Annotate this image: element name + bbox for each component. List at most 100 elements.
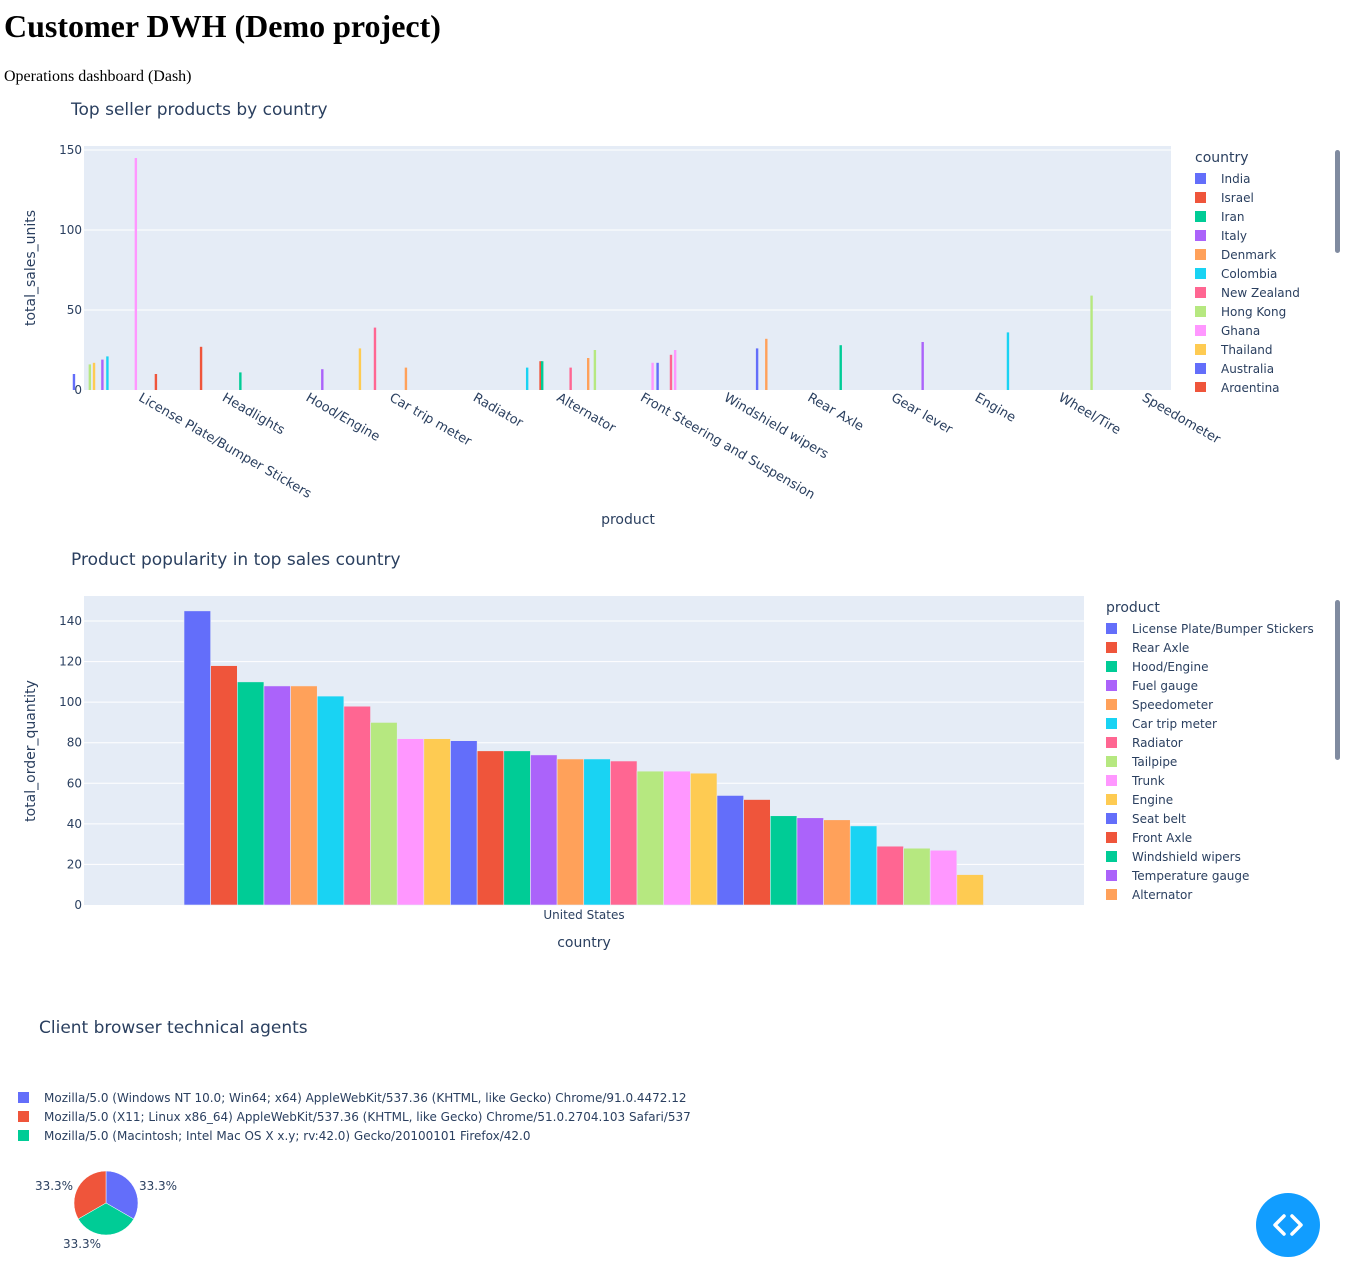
bar — [610, 760, 638, 906]
legend-swatch — [1106, 718, 1117, 729]
bar — [237, 681, 265, 906]
chart2-legend-scrollbar[interactable] — [1335, 600, 1340, 760]
legend-label: Speedometer — [1132, 697, 1214, 712]
chart2-legend[interactable]: product License Plate/Bumper Stickers Rea… — [1094, 600, 1334, 906]
x-tick-label: Front Steering and Suspension — [638, 390, 818, 502]
legend-item[interactable]: Mozilla/5.0 (X11; Linux x86_64) AppleWeb… — [18, 1107, 708, 1126]
legend-label: Front Axle — [1132, 830, 1193, 845]
chart1-legend[interactable]: country India Israel Iran Italy Denmark Colom… — [1183, 150, 1323, 392]
legend-label: Australia — [1221, 361, 1275, 376]
code-brackets-icon — [1273, 1214, 1303, 1236]
legend-label: India — [1221, 171, 1251, 186]
bar — [134, 158, 138, 390]
y-tick-label: 50 — [67, 303, 82, 317]
bar — [290, 685, 318, 906]
bar — [239, 372, 242, 390]
legend-item[interactable]: Argentina — [1183, 378, 1323, 392]
legend-item[interactable]: Trunk — [1094, 771, 1334, 790]
bar — [636, 770, 664, 906]
legend-swatch — [1106, 680, 1117, 691]
legend-swatch — [1195, 344, 1206, 355]
x-tick-label: Gear lever — [888, 390, 955, 437]
bar — [769, 815, 798, 906]
legend-label: Ghana — [1221, 323, 1261, 338]
chart1-svg[interactable]: 0 50 100 150 License Plate/Bumper StickersHe… — [0, 0, 1346, 540]
legend-label: License Plate/Bumper Stickers — [1132, 621, 1314, 636]
y-tick-label: 120 — [59, 655, 82, 669]
chart3-legend[interactable]: Mozilla/5.0 (Windows NT 10.0; Win64; x64… — [18, 1088, 708, 1145]
legend-item[interactable]: Israel — [1183, 188, 1323, 207]
y-tick-label: 100 — [59, 223, 82, 237]
legend-label: Tailpipe — [1132, 754, 1178, 769]
legend-item[interactable]: Speedometer — [1094, 695, 1334, 714]
bar — [423, 738, 451, 906]
legend-label: Hood/Engine — [1132, 659, 1209, 674]
legend-title: country — [1195, 150, 1249, 166]
legend-swatch — [1195, 382, 1206, 392]
legend-label: Iran — [1221, 209, 1245, 224]
legend-item[interactable]: Hong Kong — [1183, 302, 1323, 321]
y-tick-label: 140 — [59, 614, 82, 628]
legend-item[interactable]: License Plate/Bumper Stickers — [1094, 619, 1334, 638]
legend-item[interactable]: Front Axle — [1094, 828, 1334, 847]
y-tick-label: 40 — [67, 817, 82, 831]
legend-item[interactable]: New Zealand — [1183, 283, 1323, 302]
legend-label: Israel — [1221, 190, 1254, 205]
legend-item[interactable]: Thailand — [1183, 340, 1323, 359]
legend-item[interactable]: Hood/Engine — [1094, 657, 1334, 676]
legend-item[interactable]: Colombia — [1183, 264, 1323, 283]
y-tick-label: 0 — [74, 383, 82, 397]
bar — [656, 362, 659, 390]
legend-item[interactable]: Seat belt — [1094, 809, 1334, 828]
legend-item[interactable]: Tailpipe — [1094, 752, 1334, 771]
bar — [956, 874, 984, 906]
y-tick-label: 60 — [67, 776, 82, 790]
legend-label: New Zealand — [1221, 285, 1300, 300]
bar — [373, 327, 377, 390]
y-tick-label: 80 — [67, 736, 82, 750]
legend-item[interactable]: Iran — [1183, 207, 1323, 226]
legend-swatch — [1106, 794, 1117, 805]
legend-swatch — [1106, 775, 1117, 786]
legend-item[interactable]: Australia — [1183, 359, 1323, 378]
chart3-svg[interactable]: 33.3% 33.3% 33.3% — [0, 1160, 220, 1270]
legend-item[interactable]: Rear Axle — [1094, 638, 1334, 657]
bar — [569, 367, 572, 390]
x-tick-label: United States — [543, 908, 624, 922]
bar — [1090, 295, 1093, 390]
legend-item[interactable]: Fuel gauge — [1094, 676, 1334, 695]
legend-item[interactable]: Mozilla/5.0 (Windows NT 10.0; Win64; x64… — [18, 1088, 708, 1107]
legend-item[interactable]: Radiator — [1094, 733, 1334, 752]
x-tick-label: License Plate/Bumper Stickers — [136, 390, 314, 502]
legend-label: Temperature gauge — [1132, 868, 1250, 883]
legend-item[interactable]: Ghana — [1183, 321, 1323, 340]
bar — [450, 740, 478, 906]
bar — [796, 817, 824, 906]
x-tick-label: Engine — [972, 390, 1018, 425]
legend-label: Radiator — [1132, 735, 1183, 750]
legend-item[interactable]: Alternator — [1094, 885, 1334, 904]
legend-item[interactable]: Italy — [1183, 226, 1323, 245]
pie-percent-label: 33.3% — [139, 1179, 177, 1193]
legend-item[interactable]: India — [1183, 169, 1323, 188]
bar — [690, 772, 718, 906]
legend-item[interactable]: Engine — [1094, 790, 1334, 809]
bar — [343, 705, 371, 906]
x-tick-label: Car trip meter — [387, 390, 475, 449]
legend-item[interactable]: Mozilla/5.0 (Macintosh; Intel Mac OS X x… — [18, 1126, 708, 1145]
legend-item[interactable]: Car trip meter — [1094, 714, 1334, 733]
y-tick-label: 150 — [59, 143, 82, 157]
legend-label: Car trip meter — [1132, 716, 1217, 731]
legend-swatch — [1106, 870, 1117, 881]
dev-tools-button[interactable] — [1256, 1193, 1320, 1257]
legend-item[interactable]: Windshield wipers — [1094, 847, 1334, 866]
chart1-legend-scrollbar[interactable] — [1335, 150, 1340, 253]
legend-item[interactable]: Temperature gauge — [1094, 866, 1334, 885]
legend-label: Colombia — [1221, 266, 1278, 281]
chart3-title: Client browser technical agents — [39, 1018, 308, 1038]
bar — [210, 665, 238, 906]
legend-item[interactable]: Denmark — [1183, 245, 1323, 264]
y-axis-title: total_sales_units — [23, 210, 39, 326]
x-tick-label: Rear Axle — [805, 390, 866, 434]
legend-swatch — [1106, 737, 1117, 748]
